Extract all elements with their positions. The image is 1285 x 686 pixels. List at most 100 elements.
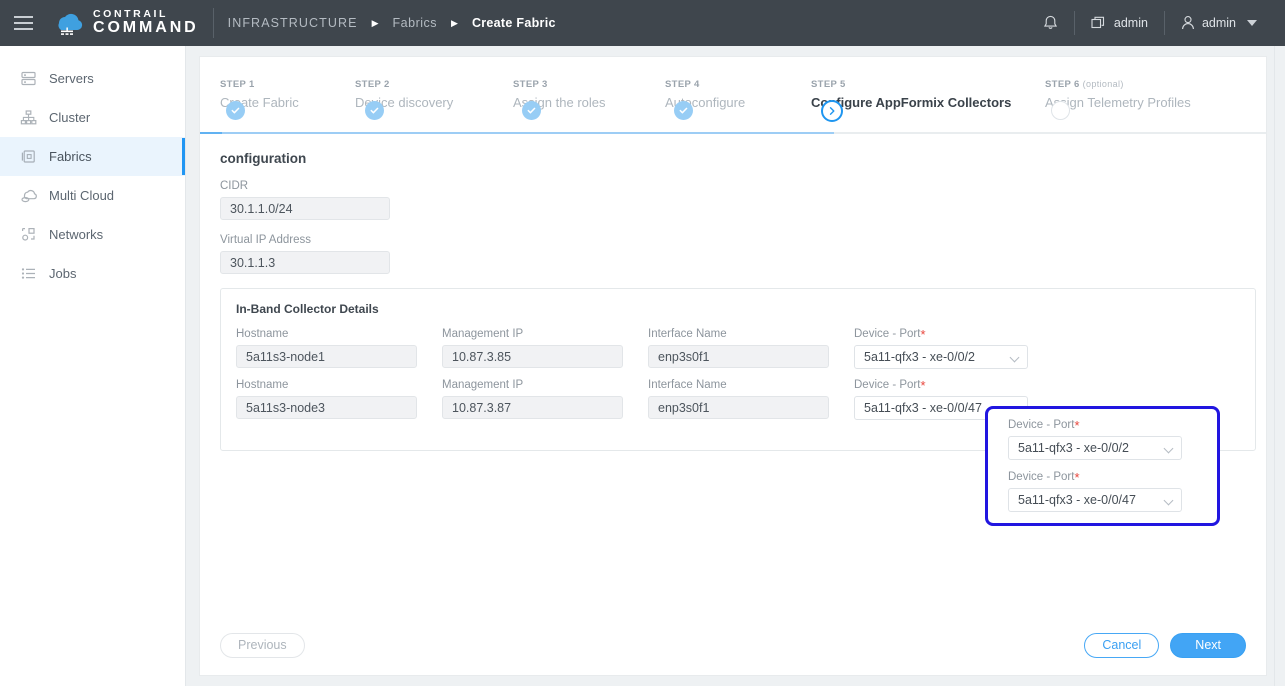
step-5-indicator[interactable]: [821, 100, 843, 122]
stepper-track-lead: [200, 132, 222, 134]
required-asterisk: *: [920, 378, 926, 393]
management-ip-input[interactable]: [442, 396, 623, 419]
step-6-indicator[interactable]: [1051, 101, 1070, 120]
next-button[interactable]: Next: [1170, 632, 1246, 658]
device-port-label-text: Device - Port: [854, 328, 921, 340]
wizard-stepper: STEP 1 Create Fabric STEP 2 Device disco…: [200, 57, 1266, 147]
sidebar-item-jobs[interactable]: Jobs: [0, 254, 185, 293]
main-content: STEP 1 Create Fabric STEP 2 Device disco…: [186, 46, 1285, 686]
sidebar-item-label: Servers: [49, 71, 94, 86]
step-2-indicator[interactable]: [365, 101, 384, 120]
step-number: STEP 1: [220, 79, 255, 90]
multi-cloud-icon: [20, 187, 37, 204]
in-band-collector-panel: In-Band Collector Details Hostname Manag…: [220, 288, 1256, 451]
device-port-value: 5a11-qfx3 - xe-0/0/47: [864, 401, 982, 415]
step-3-indicator[interactable]: [522, 101, 541, 120]
step-number: STEP 6 (optional): [1045, 79, 1191, 90]
device-port-label: Device - Port*: [854, 327, 1045, 342]
management-ip-field-group: Management IP: [442, 328, 633, 369]
fabrics-icon: [20, 148, 37, 165]
networks-icon: [20, 226, 37, 243]
management-ip-field-group: Management IP: [442, 379, 633, 420]
interface-name-input[interactable]: [648, 396, 829, 419]
hamburger-menu-icon[interactable]: [0, 0, 46, 46]
chevron-down-icon: [1009, 403, 1020, 414]
device-port-field-group: Device - Port* 5a11-qfx3 - xe-0/0/2: [854, 328, 1045, 369]
previous-button[interactable]: Previous: [220, 632, 305, 658]
device-port-label: Device - Port*: [1008, 470, 1203, 485]
virtual-ip-input[interactable]: [220, 251, 390, 274]
step-number: STEP 2: [355, 79, 390, 90]
step-number: STEP 3: [513, 79, 548, 90]
cidr-field-group: CIDR: [220, 180, 1244, 220]
sidebar-item-fabrics[interactable]: Fabrics: [0, 137, 185, 176]
stepper-track-completed: [200, 132, 834, 134]
device-port-select-highlighted[interactable]: 5a11-qfx3 - xe-0/0/47: [1008, 488, 1182, 512]
breadcrumb-arrow-icon: ▶: [371, 17, 379, 28]
topbar-divider: [212, 8, 214, 38]
step-1-indicator[interactable]: [226, 101, 245, 120]
sidebar-item-label: Networks: [49, 227, 104, 242]
required-asterisk: *: [920, 327, 926, 342]
user-icon: [1182, 16, 1194, 30]
tenant-selector[interactable]: admin: [1075, 10, 1164, 36]
required-asterisk: *: [1074, 470, 1080, 485]
create-fabric-card: STEP 1 Create Fabric STEP 2 Device disco…: [199, 56, 1267, 676]
hostname-input[interactable]: [236, 345, 417, 368]
step-number: STEP 4: [665, 79, 700, 90]
hostname-input[interactable]: [236, 396, 417, 419]
interface-name-label: Interface Name: [648, 379, 727, 391]
top-navigation-bar: CONTRAIL COMMAND INFRASTRUCTURE ▶ Fabric…: [0, 0, 1285, 46]
topbar-actions: admin admin: [1027, 0, 1285, 46]
breadcrumb-infrastructure[interactable]: INFRASTRUCTURE: [228, 16, 358, 30]
brand-line-2: COMMAND: [93, 19, 199, 37]
collector-row: Hostname Management IP Interface Name De…: [236, 328, 1240, 369]
breadcrumb-arrow-icon: ▶: [451, 17, 458, 28]
sidebar-item-multi-cloud[interactable]: Multi Cloud: [0, 176, 185, 215]
step-number-text: STEP 6: [1045, 79, 1080, 90]
sidebar-item-networks[interactable]: Networks: [0, 215, 185, 254]
section-title: configuration: [220, 151, 307, 166]
cidr-input[interactable]: [220, 197, 390, 220]
management-ip-label: Management IP: [442, 379, 524, 391]
device-port-label-text: Device - Port: [854, 379, 921, 391]
breadcrumb-fabrics[interactable]: Fabrics: [393, 16, 437, 30]
device-port-select[interactable]: 5a11-qfx3 - xe-0/0/47: [854, 396, 1028, 420]
step-4-indicator[interactable]: [674, 101, 693, 120]
device-port-select[interactable]: 5a11-qfx3 - xe-0/0/2: [854, 345, 1028, 369]
step-optional-tag: (optional): [1082, 79, 1124, 89]
cluster-icon: [20, 109, 37, 126]
chevron-down-icon: [1247, 20, 1257, 26]
chevron-down-icon: [1163, 495, 1174, 506]
check-icon: [679, 107, 688, 114]
virtual-ip-field-group: Virtual IP Address: [220, 234, 1244, 274]
user-menu[interactable]: admin: [1165, 10, 1273, 36]
wizard-footer: Previous Cancel Next: [200, 615, 1266, 675]
sidebar-item-cluster[interactable]: Cluster: [0, 98, 185, 137]
sidebar-item-label: Multi Cloud: [49, 188, 115, 203]
sidebar-item-label: Cluster: [49, 110, 91, 125]
tenant-label: admin: [1113, 16, 1148, 30]
brand-logo: CONTRAIL COMMAND: [46, 9, 199, 37]
cancel-button[interactable]: Cancel: [1084, 632, 1160, 658]
hostname-label: Hostname: [236, 328, 289, 340]
breadcrumb-create-fabric: Create Fabric: [471, 16, 556, 30]
interface-name-input[interactable]: [648, 345, 829, 368]
device-port-value: 5a11-qfx3 - xe-0/0/47: [1018, 493, 1136, 507]
management-ip-input[interactable]: [442, 345, 623, 368]
sidebar-item-servers[interactable]: Servers: [0, 59, 185, 98]
page-scrollbar[interactable]: [1274, 46, 1285, 686]
device-port-field-group: Device - Port* 5a11-qfx3 - xe-0/0/47: [854, 379, 1045, 420]
collector-row: Hostname Management IP Interface Name De…: [236, 379, 1240, 420]
configuration-form: configuration CIDR Virtual IP Address In…: [200, 147, 1266, 451]
sidebar-item-label: Jobs: [49, 266, 77, 281]
interface-name-field-group: Interface Name: [648, 379, 839, 420]
check-icon: [527, 107, 536, 114]
management-ip-label: Management IP: [442, 328, 524, 340]
device-port-label: Device - Port*: [854, 378, 1045, 393]
sidebar-item-label: Fabrics: [49, 149, 92, 164]
notifications-button[interactable]: [1027, 10, 1074, 36]
server-icon: [20, 70, 37, 87]
chevron-down-icon: [1009, 352, 1020, 363]
chevron-right-icon: [829, 107, 835, 115]
